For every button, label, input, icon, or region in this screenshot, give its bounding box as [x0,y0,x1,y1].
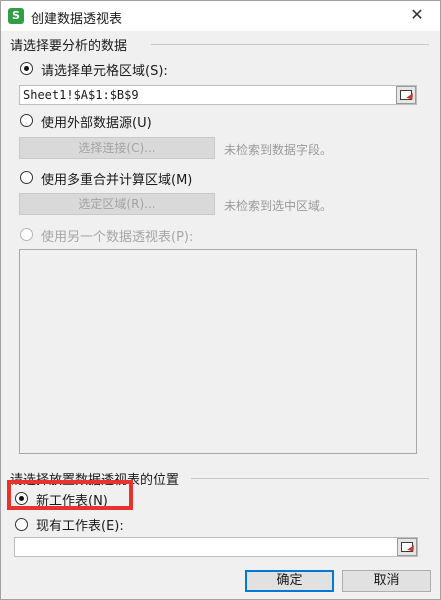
consolidate-hint: 未检索到选中区域。 [224,199,333,213]
app-icon: S [8,8,24,24]
source-group-divider [151,44,429,45]
label-another-pivot: 使用另一个数据透视表(P): [41,230,194,245]
label-existing-sheet: 现有工作表(E): [36,519,124,534]
radio-consolidate[interactable] [20,171,33,184]
source-group-title: 请选择要分析的数据 [10,35,132,54]
external-hint: 未检索到数据字段。 [224,143,333,157]
choose-connection-button[interactable]: 选择连接(C)... [19,137,215,159]
radio-existing-sheet[interactable] [15,518,28,531]
cell-range-input[interactable]: Sheet1!$A$1:$B$9 [19,85,417,105]
location-group-divider [191,478,429,479]
existing-range-picker-icon[interactable] [397,538,417,556]
pivot-table-list[interactable] [19,249,417,454]
cancel-button[interactable]: 取消 [342,570,431,592]
radio-another-pivot[interactable] [20,228,33,241]
title-bar: S 创建数据透视表 ✕ [1,1,440,31]
existing-sheet-input[interactable] [14,537,418,557]
create-pivot-table-dialog: S 创建数据透视表 ✕ 请选择要分析的数据 请选择单元格区域(S): Sheet… [0,0,441,600]
close-icon[interactable]: ✕ [403,3,431,27]
radio-external-source[interactable] [20,114,33,127]
dialog-title: 创建数据透视表 [31,12,123,27]
red-highlight-box [7,480,133,510]
select-region-button[interactable]: 选定区域(R)... [19,193,215,215]
label-external-source: 使用外部数据源(U) [41,116,152,131]
range-picker-icon[interactable] [396,86,416,104]
label-consolidate: 使用多重合并计算区域(M) [41,173,193,188]
ok-button[interactable]: 确定 [245,570,334,592]
radio-cell-range[interactable] [20,62,33,75]
label-cell-range: 请选择单元格区域(S): [41,64,168,79]
